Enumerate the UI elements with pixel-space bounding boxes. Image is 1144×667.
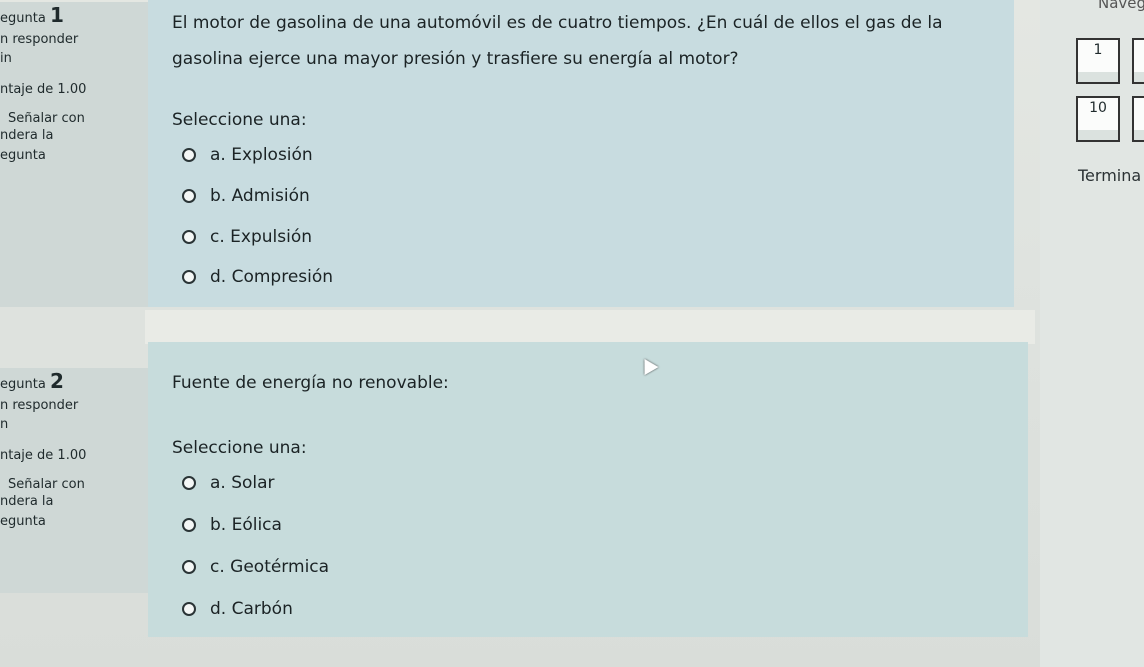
q1-option-d[interactable]: d. Compresión [182, 264, 333, 290]
q1-question-line1: El motor de gasolina de una automóvil es… [172, 13, 943, 33]
q2-option-c-label: c. Geotérmica [210, 557, 330, 577]
q2-option-a[interactable]: a. Solar [182, 470, 275, 496]
q1-number-label: egunta [0, 11, 46, 26]
nav-question-1[interactable]: 1 [1076, 38, 1120, 84]
q1-number-line: egunta 1 [0, 2, 148, 28]
q2-option-b[interactable]: b. Eólica [182, 512, 282, 538]
q2-number: 2 [49, 369, 64, 393]
q2-prompt: Seleccione una: [172, 438, 307, 458]
q2-info-panel: egunta 2 n responder n ntaje de 1.00 Señ… [0, 368, 148, 593]
q2-content-panel: Fuente de energía no renovable: Seleccio… [148, 342, 1028, 637]
q1-option-b[interactable]: b. Admisión [182, 183, 310, 209]
q1-status-2: in [0, 50, 12, 66]
q2-flag-line3: egunta [0, 514, 46, 530]
q1-status: n responder [0, 32, 79, 47]
q2-number-label: egunta [0, 377, 46, 392]
q1-flag-line2: ndera la [0, 127, 54, 143]
q1-flag-line1: Señalar con [8, 110, 85, 126]
q2-status: n responder [0, 398, 79, 413]
nav-title: Navega [1098, 0, 1144, 12]
q1-option-a-label: a. Explosión [210, 145, 313, 165]
question-separator [145, 310, 1035, 344]
q1-option-c-label: c. Expulsión [210, 227, 312, 247]
radio-button[interactable] [182, 148, 196, 162]
q2-option-d[interactable]: d. Carbón [182, 596, 293, 622]
q1-prompt: Seleccione una: [172, 110, 307, 130]
q1-flag-link[interactable]: Señalar con [0, 111, 148, 128]
q1-question-line2: gasolina ejerce una mayor presión y tras… [172, 49, 739, 69]
nav-question-11[interactable]: 1 [1132, 96, 1144, 142]
radio-button[interactable] [182, 476, 196, 490]
q1-number: 1 [49, 3, 64, 27]
q2-flag-line2: ndera la [0, 493, 54, 509]
nav-question-1-label: 1 [1093, 42, 1103, 58]
q2-option-c[interactable]: c. Geotérmica [182, 554, 329, 580]
q2-status-2: n [0, 416, 9, 432]
q2-number-line: egunta 2 [0, 368, 148, 394]
nav-question-2[interactable]: 2 [1132, 38, 1144, 84]
finish-attempt-link[interactable]: Termina [1078, 166, 1141, 185]
q2-option-d-label: d. Carbón [210, 599, 293, 619]
q2-question-line1: Fuente de energía no renovable: [172, 373, 449, 393]
q2-flag-link[interactable]: Señalar con [0, 477, 148, 494]
nav-question-10-label: 10 [1089, 100, 1107, 116]
q1-option-d-label: d. Compresión [210, 267, 334, 287]
radio-button[interactable] [182, 230, 196, 244]
radio-button[interactable] [182, 270, 196, 284]
q1-flag-line3: egunta [0, 148, 46, 164]
radio-button[interactable] [182, 189, 196, 203]
nav-question-10[interactable]: 10 [1076, 96, 1120, 142]
q1-score: ntaje de 1.00 [0, 81, 87, 97]
q2-score: ntaje de 1.00 [0, 447, 87, 463]
radio-button[interactable] [182, 518, 196, 532]
q1-info-panel: egunta 1 n responder in ntaje de 1.00 Se… [0, 2, 148, 307]
q2-flag-line1: Señalar con [8, 476, 85, 492]
q2-option-a-label: a. Solar [210, 473, 275, 493]
q1-content-panel: El motor de gasolina de una automóvil es… [148, 0, 1014, 307]
q1-option-b-label: b. Admisión [210, 186, 310, 206]
radio-button[interactable] [182, 560, 196, 574]
q1-option-c[interactable]: c. Expulsión [182, 224, 312, 250]
q1-option-a[interactable]: a. Explosión [182, 142, 313, 168]
radio-button[interactable] [182, 602, 196, 616]
q2-option-b-label: b. Eólica [210, 515, 282, 535]
quiz-navigation-panel: Navega 1 2 10 1 Termina [1040, 0, 1144, 667]
